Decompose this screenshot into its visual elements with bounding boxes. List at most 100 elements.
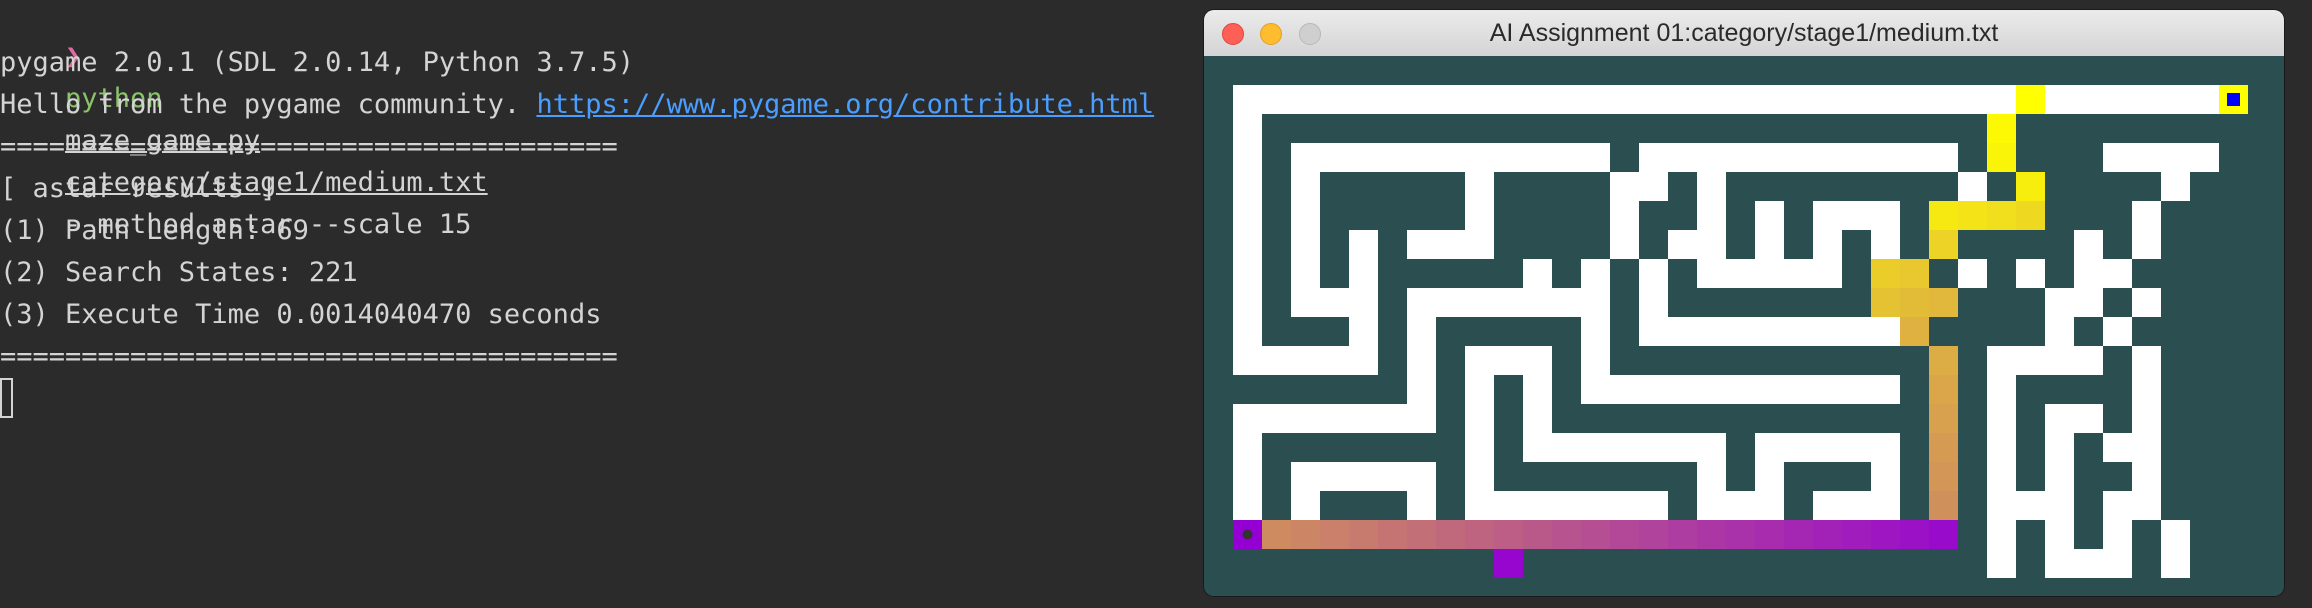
- maze-open-cell: [1697, 85, 1726, 114]
- maze-open-cell: [1465, 172, 1494, 201]
- maze-open-cell: [1958, 85, 1987, 114]
- maze-open-cell: [2103, 317, 2132, 346]
- maze-open-cell: [1494, 346, 1523, 375]
- maze-open-cell: [1407, 230, 1436, 259]
- maze-open-cell: [2103, 433, 2132, 462]
- maze-open-cell: [1233, 259, 1262, 288]
- maze-open-cell: [1291, 143, 1320, 172]
- maze-open-cell: [1871, 143, 1900, 172]
- maze-open-cell: [1784, 317, 1813, 346]
- maze-open-cell: [1523, 375, 1552, 404]
- maze-open-cell: [1523, 491, 1552, 520]
- maze-open-cell: [1291, 230, 1320, 259]
- maze-open-cell: [1639, 172, 1668, 201]
- maze-open-cell: [1755, 230, 1784, 259]
- maze-open-cell: [1697, 462, 1726, 491]
- maze-path-cell: [1842, 520, 1871, 549]
- maze-open-cell: [1842, 317, 1871, 346]
- maze-open-cell: [1784, 375, 1813, 404]
- maze-open-cell: [1320, 404, 1349, 433]
- maze-open-cell: [1552, 143, 1581, 172]
- maze-canvas[interactable]: [1204, 56, 2284, 596]
- maze-open-cell: [2074, 259, 2103, 288]
- maze-open-cell: [1349, 259, 1378, 288]
- contribute-link[interactable]: https://www.pygame.org/contribute.html: [536, 89, 1154, 120]
- maze-path-cell: [1581, 520, 1610, 549]
- maze-open-cell: [1320, 143, 1349, 172]
- maze-open-cell: [1233, 143, 1262, 172]
- maze-open-cell: [1842, 85, 1871, 114]
- maze-open-cell: [1987, 491, 2016, 520]
- maze-open-cell: [1668, 433, 1697, 462]
- maze-open-cell: [2103, 549, 2132, 578]
- maze-open-cell: [1494, 288, 1523, 317]
- maze-drawing: [1233, 85, 2248, 578]
- maze-open-cell: [2103, 491, 2132, 520]
- maze-path-cell: [2016, 85, 2045, 114]
- maze-open-cell: [1233, 201, 1262, 230]
- maze-open-cell: [1349, 404, 1378, 433]
- maze-open-cell: [1436, 230, 1465, 259]
- maze-open-cell: [1291, 288, 1320, 317]
- maze-path-cell: [1900, 288, 1929, 317]
- window-titlebar[interactable]: AI Assignment 01:category/stage1/medium.…: [1204, 10, 2284, 57]
- maze-open-cell: [1813, 433, 1842, 462]
- maze-open-cell: [1987, 85, 2016, 114]
- maze-open-cell: [1581, 317, 1610, 346]
- maze-open-cell: [1610, 230, 1639, 259]
- maze-path-cell: [1871, 520, 1900, 549]
- maze-path-cell: [1320, 520, 1349, 549]
- maze-open-cell: [1755, 201, 1784, 230]
- maze-open-cell: [1262, 404, 1291, 433]
- maze-open-cell: [1291, 201, 1320, 230]
- pygame-version-line: pygame 2.0.1 (SDL 2.0.14, Python 3.7.5): [0, 47, 634, 78]
- maze-open-cell: [1407, 288, 1436, 317]
- maze-path-cell: [1900, 317, 1929, 346]
- maze-open-cell: [1929, 143, 1958, 172]
- maze-open-cell: [1233, 404, 1262, 433]
- maze-open-cell: [1523, 143, 1552, 172]
- maze-open-cell: [1523, 259, 1552, 288]
- maze-open-cell: [2074, 404, 2103, 433]
- maze-path-cell: [2016, 201, 2045, 230]
- maze-path-cell: [1349, 520, 1378, 549]
- maze-open-cell: [1755, 85, 1784, 114]
- maze-open-cell: [1813, 317, 1842, 346]
- terminal-pane[interactable]: ❯ python maze_game.py category/stage1/me…: [0, 0, 1200, 608]
- maze-open-cell: [1349, 317, 1378, 346]
- maze-open-cell: [2132, 404, 2161, 433]
- maze-open-cell: [1523, 85, 1552, 114]
- maze-open-cell: [1639, 143, 1668, 172]
- maze-open-cell: [1639, 491, 1668, 520]
- maze-open-cell: [1407, 317, 1436, 346]
- maze-open-cell: [1987, 375, 2016, 404]
- maze-open-cell: [1697, 143, 1726, 172]
- maze-open-cell: [1552, 433, 1581, 462]
- pygame-window[interactable]: AI Assignment 01:category/stage1/medium.…: [1204, 10, 2284, 596]
- maze-open-cell: [1465, 346, 1494, 375]
- separator-top: ======================================: [0, 131, 618, 162]
- maze-open-cell: [2161, 520, 2190, 549]
- maze-open-cell: [1871, 433, 1900, 462]
- maze-open-cell: [1813, 259, 1842, 288]
- maze-open-cell: [1436, 288, 1465, 317]
- maze-path-cell: [1813, 520, 1842, 549]
- maze-open-cell: [1639, 375, 1668, 404]
- maze-open-cell: [1842, 375, 1871, 404]
- maze-open-cell: [1871, 85, 1900, 114]
- maze-open-cell: [1987, 433, 2016, 462]
- maze-open-cell: [1726, 259, 1755, 288]
- maze-open-cell: [2161, 549, 2190, 578]
- maze-open-cell: [2161, 172, 2190, 201]
- maze-open-cell: [1407, 404, 1436, 433]
- maze-open-cell: [1320, 462, 1349, 491]
- maze-path-cell: [1668, 520, 1697, 549]
- maze-open-cell: [1697, 317, 1726, 346]
- maze-open-cell: [1697, 375, 1726, 404]
- maze-open-cell: [1320, 288, 1349, 317]
- maze-open-cell: [2045, 549, 2074, 578]
- maze-open-cell: [1958, 259, 1987, 288]
- maze-open-cell: [1262, 346, 1291, 375]
- maze-open-cell: [2161, 85, 2190, 114]
- maze-path-cell: [1262, 520, 1291, 549]
